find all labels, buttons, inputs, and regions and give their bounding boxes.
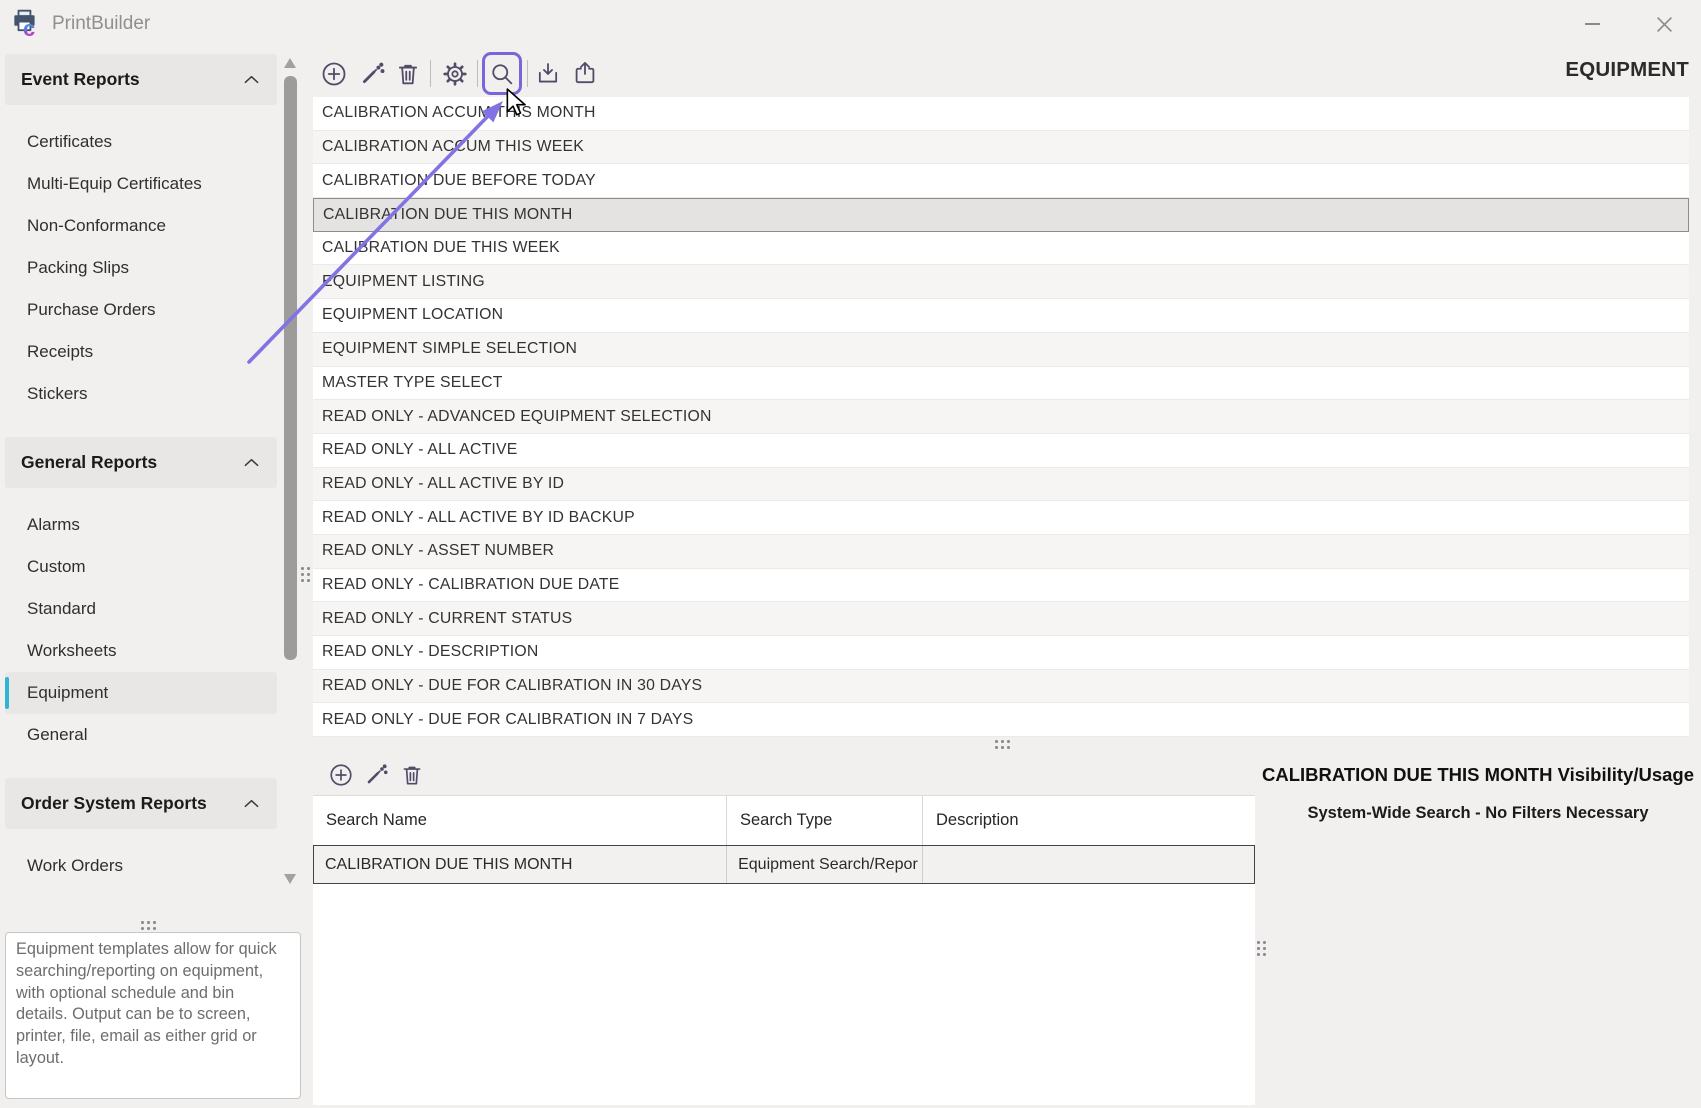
scrollbar-thumb[interactable] (284, 76, 297, 660)
list-item[interactable]: EQUIPMENT LISTING (313, 265, 1689, 299)
add-circle-icon (320, 60, 348, 88)
magic-wand-icon (358, 60, 386, 88)
sidebar-item-receipts[interactable]: Receipts (5, 331, 277, 373)
sidebar-item-stickers[interactable]: Stickers (5, 373, 277, 415)
page-title: EQUIPMENT (1565, 48, 1689, 92)
template-description-box: Equipment templates allow for quick sear… (5, 932, 301, 1099)
sidebar-item-packing-slips[interactable]: Packing Slips (5, 247, 277, 289)
list-item[interactable]: READ ONLY - ALL ACTIVE BY ID (313, 468, 1689, 502)
sidebar-item-certificates[interactable]: Certificates (5, 121, 277, 163)
right-panel-grip[interactable] (1257, 941, 1266, 956)
app-logo-icon: c (12, 8, 46, 42)
printbuilder-window: c PrintBuilder Event Reports Certificates… (0, 0, 1701, 1108)
list-drag-grip[interactable] (301, 567, 310, 582)
table-body: CALIBRATION DUE THIS MONTHEquipment Sear… (313, 845, 1255, 884)
sidebar-item-alarms[interactable]: Alarms (5, 504, 277, 546)
edit-search-button[interactable] (363, 762, 389, 788)
visibility-panel-subtitle: System-Wide Search - No Filters Necessar… (1255, 804, 1701, 823)
chevron-up-icon (244, 458, 259, 467)
export-up-icon (571, 60, 599, 88)
list-item[interactable]: EQUIPMENT SIMPLE SELECTION (313, 333, 1689, 367)
chevron-up-icon (244, 799, 259, 808)
sidebar-item-worksheets[interactable]: Worksheets (5, 630, 277, 672)
sidebar-item-equipment[interactable]: Equipment (5, 672, 277, 714)
list-item[interactable]: CALIBRATION DUE THIS WEEK (313, 232, 1689, 266)
table-row[interactable]: CALIBRATION DUE THIS MONTHEquipment Sear… (313, 845, 1255, 884)
add-template-button[interactable] (320, 60, 348, 88)
settings-button[interactable] (441, 60, 469, 88)
sidebar-section-header-event-reports[interactable]: Event Reports (5, 54, 277, 105)
sidebar-section-header-order-system-reports[interactable]: Order System Reports (5, 778, 277, 829)
list-item[interactable]: READ ONLY - ALL ACTIVE BY ID BACKUP (313, 501, 1689, 535)
toolbar-separator (527, 60, 528, 87)
column-header-description[interactable]: Description (922, 796, 1255, 845)
list-item[interactable]: CALIBRATION DUE BEFORE TODAY (313, 164, 1689, 198)
close-icon (1656, 16, 1673, 33)
scrollbar-down-arrow[interactable] (284, 874, 296, 884)
column-header-search-type[interactable]: Search Type (726, 796, 922, 845)
minimize-icon (1585, 23, 1600, 25)
table-cell: CALIBRATION DUE THIS MONTH (314, 846, 726, 883)
export-button[interactable] (571, 60, 599, 88)
sidebar-section-header-general-reports[interactable]: General Reports (5, 437, 277, 488)
list-item[interactable]: READ ONLY - CURRENT STATUS (313, 602, 1689, 636)
list-item[interactable]: CALIBRATION ACCUM THIS WEEK (313, 131, 1689, 165)
list-item[interactable]: READ ONLY - ASSET NUMBER (313, 535, 1689, 569)
edit-template-button[interactable] (358, 60, 386, 88)
list-item[interactable]: READ ONLY - DESCRIPTION (313, 636, 1689, 670)
section-label: General Reports (21, 452, 244, 473)
visibility-panel-title: CALIBRATION DUE THIS MONTH Visibility/Us… (1255, 764, 1701, 786)
import-down-icon (534, 60, 562, 88)
table-cell: Equipment Search/Repor (726, 846, 922, 883)
trash-icon (399, 762, 425, 788)
list-item[interactable]: MASTER TYPE SELECT (313, 367, 1689, 401)
sidebar-item-custom[interactable]: Custom (5, 546, 277, 588)
sidebar-item-standard[interactable]: Standard (5, 588, 277, 630)
list-item[interactable]: READ ONLY - CALIBRATION DUE DATE (313, 569, 1689, 603)
sidebar-item-purchase-orders[interactable]: Purchase Orders (5, 289, 277, 331)
close-button[interactable] (1640, 0, 1688, 48)
splitter-grip[interactable] (995, 740, 1010, 749)
trash-icon (394, 60, 422, 88)
list-item[interactable]: CALIBRATION DUE THIS MONTH (313, 198, 1689, 232)
list-item[interactable]: READ ONLY - DUE FOR CALIBRATION IN 30 DA… (313, 670, 1689, 704)
visibility-panel: CALIBRATION DUE THIS MONTH Visibility/Us… (1255, 746, 1701, 823)
list-item[interactable]: READ ONLY - DUE FOR CALIBRATION IN 7 DAY… (313, 703, 1689, 737)
template-list: CALIBRATION ACCUM THIS MONTHCALIBRATION … (313, 97, 1689, 737)
minimize-button[interactable] (1568, 0, 1616, 48)
table-cell (922, 846, 1254, 883)
section-label: Order System Reports (21, 793, 244, 814)
list-item[interactable]: EQUIPMENT LOCATION (313, 299, 1689, 333)
section-label: Event Reports (21, 69, 244, 90)
title-bar: c PrintBuilder (0, 0, 1701, 48)
sidebar: Event Reports CertificatesMulti-Equip Cer… (5, 54, 277, 920)
sidebar-sections: Event Reports CertificatesMulti-Equip Cer… (5, 54, 277, 887)
import-button[interactable] (534, 60, 562, 88)
app-logo-c: c (23, 18, 35, 40)
list-item[interactable]: READ ONLY - ALL ACTIVE (313, 434, 1689, 468)
window-title: PrintBuilder (52, 0, 150, 48)
column-header-search-name[interactable]: Search Name (313, 796, 726, 845)
magic-wand-icon (363, 762, 389, 788)
list-item[interactable]: READ ONLY - ADVANCED EQUIPMENT SELECTION (313, 400, 1689, 434)
add-circle-icon (328, 762, 354, 788)
add-search-button[interactable] (328, 762, 354, 788)
list-item[interactable]: CALIBRATION ACCUM THIS MONTH (313, 97, 1689, 131)
scrollbar-up-arrow[interactable] (284, 58, 296, 68)
search-highlight-box (482, 52, 522, 95)
sidebar-item-general[interactable]: General (5, 714, 277, 756)
toolbar-separator (430, 60, 431, 87)
delete-search-button[interactable] (399, 762, 425, 788)
toolbar-separator (477, 60, 478, 87)
sidebar-item-multi-equip-certificates[interactable]: Multi-Equip Certificates (5, 163, 277, 205)
sidebar-item-work-orders[interactable]: Work Orders (5, 845, 277, 887)
chevron-up-icon (244, 75, 259, 84)
table-header-row: Search NameSearch TypeDescription (313, 796, 1255, 845)
delete-template-button[interactable] (394, 60, 422, 88)
gear-icon (441, 60, 469, 88)
sidebar-item-non-conformance[interactable]: Non-Conformance (5, 205, 277, 247)
sidebar-resize-grip[interactable] (141, 921, 156, 930)
searches-table: Search NameSearch TypeDescription CALIBR… (313, 795, 1255, 1105)
